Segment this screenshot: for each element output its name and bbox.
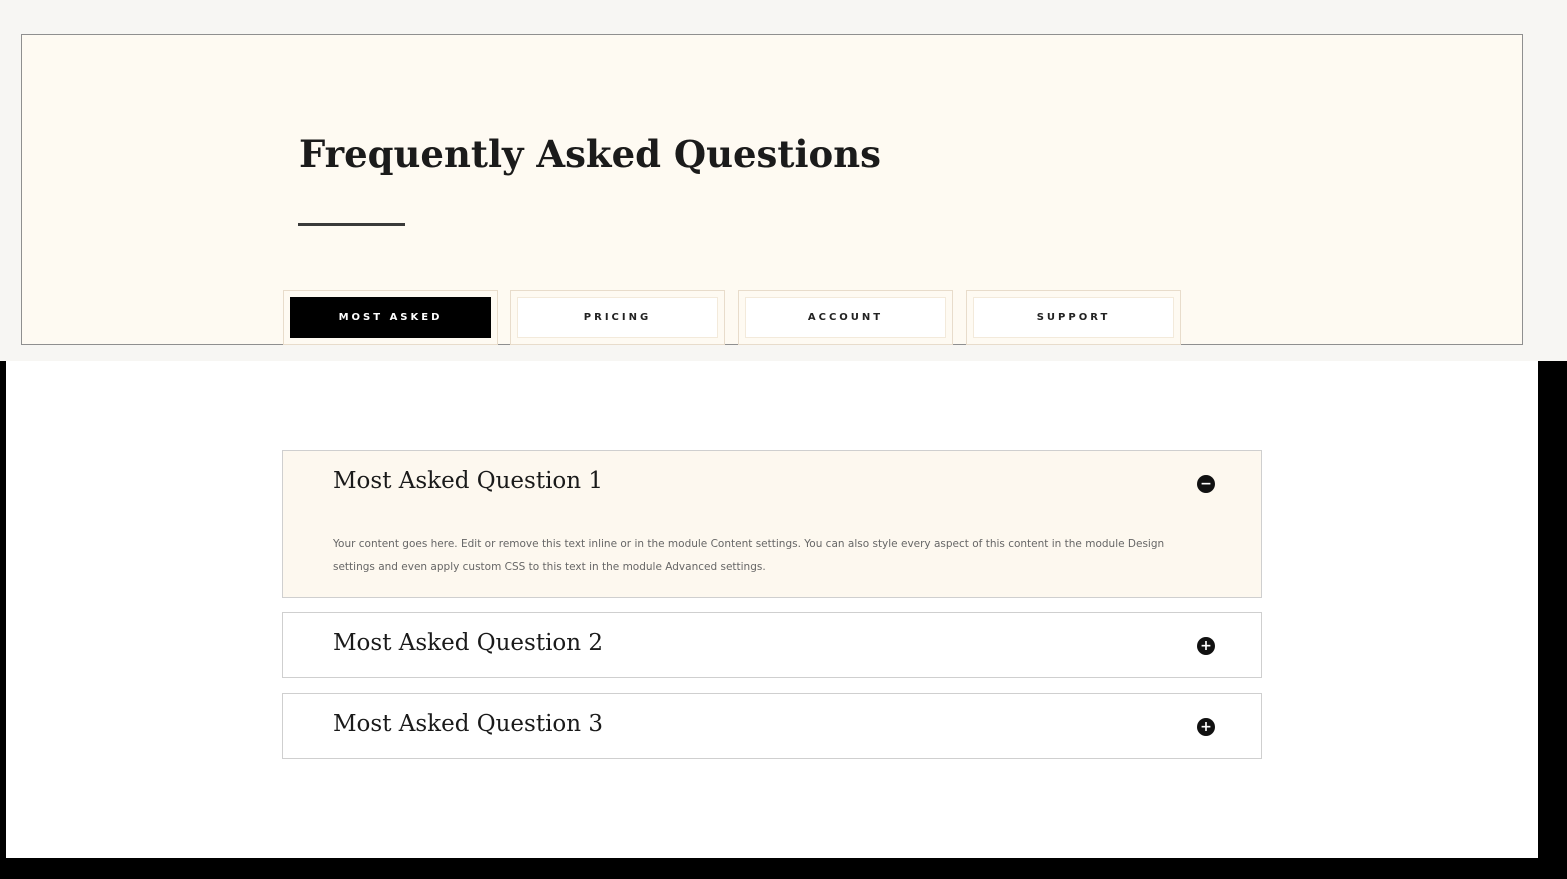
tab-support-label: SUPPORT [973, 297, 1174, 338]
tab-most-asked[interactable]: MOST ASKED [283, 290, 498, 345]
tab-pricing-label: PRICING [517, 297, 718, 338]
tab-most-asked-label: MOST ASKED [290, 297, 491, 338]
accordion-item-1[interactable]: Most Asked Question 1 − Your content goe… [282, 450, 1262, 598]
page-title: Frequently Asked Questions [299, 132, 881, 176]
accordion-item-title[interactable]: Most Asked Question 2 [333, 630, 603, 656]
tab-pricing[interactable]: PRICING [510, 290, 725, 345]
plus-circle-icon[interactable]: + [1197, 637, 1215, 655]
faq-accordion-section: Most Asked Question 1 − Your content goe… [6, 361, 1538, 858]
accordion-item-3[interactable]: Most Asked Question 3 + [282, 693, 1262, 759]
accordion-item-title[interactable]: Most Asked Question 1 [333, 468, 603, 494]
faq-header-section: Frequently Asked Questions MOST ASKED PR… [21, 34, 1523, 345]
tab-account-label: ACCOUNT [745, 297, 946, 338]
accordion-item-2[interactable]: Most Asked Question 2 + [282, 612, 1262, 678]
minus-circle-icon[interactable]: − [1197, 475, 1215, 493]
tab-account[interactable]: ACCOUNT [738, 290, 953, 345]
plus-circle-icon[interactable]: + [1197, 718, 1215, 736]
tab-support[interactable]: SUPPORT [966, 290, 1181, 345]
title-divider [298, 223, 405, 226]
accordion-item-title[interactable]: Most Asked Question 3 [333, 711, 603, 737]
accordion-item-content: Your content goes here. Edit or remove t… [333, 538, 1165, 573]
